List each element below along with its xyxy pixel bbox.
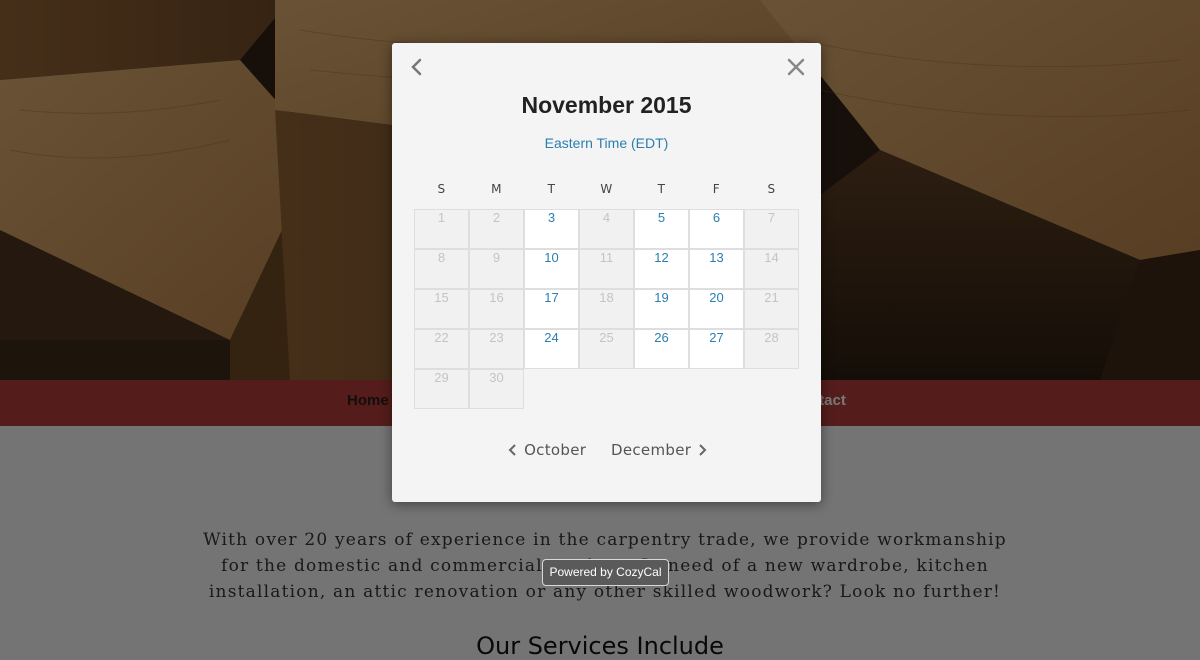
next-month-button[interactable]: December	[611, 441, 708, 459]
powered-by-badge[interactable]: Powered by CozyCal	[542, 559, 669, 586]
chevron-left-icon[interactable]	[409, 57, 425, 77]
calendar-day-unavailable: 23	[469, 329, 524, 369]
chevron-left-icon	[508, 444, 516, 456]
calendar-day-unavailable: 16	[469, 289, 524, 329]
calendar-day-available[interactable]: 24	[524, 329, 579, 369]
calendar-day-unavailable: 2	[469, 209, 524, 249]
calendar-day-unavailable: 25	[579, 329, 634, 369]
calendar-day-unavailable: 8	[414, 249, 469, 289]
chevron-right-icon	[699, 444, 707, 456]
calendar-day-unavailable: 29	[414, 369, 469, 409]
calendar-day-unavailable: 30	[469, 369, 524, 409]
calendar-day-unavailable: 4	[579, 209, 634, 249]
weekday-label: S	[437, 182, 446, 196]
close-icon[interactable]	[787, 58, 805, 76]
calendar-day-unavailable: 9	[469, 249, 524, 289]
calendar-day-available[interactable]: 19	[634, 289, 689, 329]
calendar-day-available[interactable]: 27	[689, 329, 744, 369]
calendar-day-available[interactable]: 12	[634, 249, 689, 289]
calendar-day-available[interactable]: 20	[689, 289, 744, 329]
weekday-label: T	[547, 182, 556, 196]
weekday-label: W	[600, 182, 613, 196]
weekday-label: S	[767, 182, 776, 196]
calendar-day-unavailable: 15	[414, 289, 469, 329]
month-title: November 2015	[521, 92, 692, 118]
calendar-day-unavailable: 14	[744, 249, 799, 289]
calendar-day-unavailable: 22	[414, 329, 469, 369]
calendar-day-available[interactable]: 3	[524, 209, 579, 249]
calendar-day-unavailable: 18	[579, 289, 634, 329]
weekday-label: T	[657, 182, 666, 196]
calendar-day-available[interactable]: 6	[689, 209, 744, 249]
calendar-day-available[interactable]: 17	[524, 289, 579, 329]
booking-calendar-modal: November 2015 Eastern Time (EDT) S M T W T F S…	[392, 43, 821, 502]
calendar-day-available[interactable]: 5	[634, 209, 689, 249]
calendar-day-available[interactable]: 26	[634, 329, 689, 369]
next-month-label: December	[611, 441, 692, 459]
calendar-day-unavailable: 28	[744, 329, 799, 369]
previous-month-button[interactable]: October	[507, 441, 586, 459]
calendar-day-available[interactable]: 13	[689, 249, 744, 289]
calendar-day-unavailable: 1	[414, 209, 469, 249]
weekday-label: M	[491, 182, 502, 196]
calendar-day-unavailable: 11	[579, 249, 634, 289]
calendar-day-unavailable: 7	[744, 209, 799, 249]
weekday-label: F	[712, 182, 721, 196]
calendar-day-available[interactable]: 10	[524, 249, 579, 289]
previous-month-label: October	[524, 441, 587, 459]
calendar-day-unavailable: 21	[744, 289, 799, 329]
timezone-link[interactable]: Eastern Time (EDT)	[392, 135, 821, 151]
day-grid: 1 2 3 4 5 6 7 8 9 10 11 12 13 14 15 16 17 18 19 20 21 22 23 24 2…	[414, 209, 799, 409]
